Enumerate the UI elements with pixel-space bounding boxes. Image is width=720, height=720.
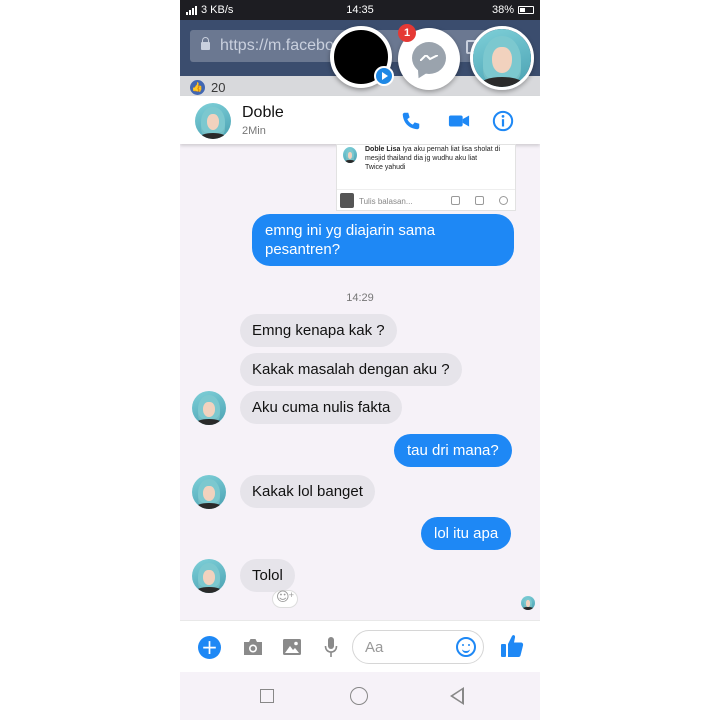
notification-badge: 1 [398, 24, 416, 42]
shared-post-preview[interactable]: Doble Lisa Iya aku pernah liat lisa shol… [336, 144, 516, 211]
message-timestamp: 14:29 [346, 292, 374, 304]
back-icon[interactable] [450, 687, 464, 705]
avatar [473, 29, 531, 87]
message-bubble-outgoing[interactable]: lol itu apa [421, 517, 512, 550]
battery-percent: 38% [491, 4, 514, 16]
camera-icon[interactable] [451, 196, 460, 205]
system-nav-bar [180, 672, 540, 720]
contact-status: 2Min [242, 125, 266, 137]
reply-placeholder[interactable]: Tulis balasan... [359, 197, 413, 206]
thumbs-up-icon[interactable] [500, 633, 524, 659]
status-time: 14:35 [346, 4, 374, 16]
video-camera-icon[interactable] [448, 110, 470, 132]
message-bubble-incoming[interactable]: Kakak lol banget [240, 475, 375, 508]
url-text: https://m.facebo [220, 37, 334, 54]
post-body-2: Twice yahudi [365, 164, 406, 171]
status-bar: 3 KB/s 14:35 38% [180, 0, 540, 20]
phone-screen: 3 KB/s 14:35 38% https://m.facebo 👍 20 1… [180, 0, 540, 720]
add-reaction-icon[interactable] [272, 590, 298, 608]
contact-name[interactable]: Doble [242, 104, 284, 122]
message-input-placeholder: Aa [365, 639, 384, 656]
message-bubble-incoming[interactable]: Kakak masalah dengan aku ? [240, 353, 462, 386]
recent-apps-icon[interactable] [260, 689, 274, 703]
image-icon[interactable] [282, 637, 302, 657]
sender-avatar[interactable] [192, 475, 226, 509]
status-right: 38% [492, 4, 534, 16]
camera-icon[interactable] [242, 637, 264, 657]
message-bubble-incoming[interactable]: Tolol [240, 559, 295, 592]
lock-icon [201, 37, 210, 50]
post-author: Doble Lisa [365, 146, 401, 153]
contact-avatar[interactable] [195, 103, 231, 139]
sender-avatar[interactable] [192, 559, 226, 593]
post-reply-bar: Tulis balasan... [337, 189, 515, 210]
seen-avatar [521, 596, 535, 610]
home-icon[interactable] [350, 687, 368, 705]
sender-avatar[interactable] [192, 391, 226, 425]
like-count: 20 [211, 80, 226, 95]
message-bubble-incoming[interactable]: Aku cuma nulis fakta [240, 391, 403, 424]
message-bubble-incoming[interactable]: Emng kenapa kak ? [240, 314, 397, 347]
play-icon [374, 66, 394, 86]
battery-icon [518, 6, 534, 14]
emoji-icon[interactable] [499, 196, 508, 205]
chat-head-video[interactable] [330, 26, 394, 88]
reply-avatar [340, 193, 354, 208]
post-text: Doble Lisa Iya aku pernah liat lisa shol… [365, 145, 513, 172]
messenger-icon [412, 42, 446, 74]
emoji-icon[interactable] [456, 637, 476, 657]
plus-icon[interactable]: + [198, 636, 221, 659]
messenger-bolt-icon [420, 55, 438, 61]
message-composer: + Aa [180, 620, 540, 672]
message-bubble-outgoing[interactable]: tau dri mana? [394, 434, 512, 467]
sticker-icon[interactable] [475, 196, 484, 205]
phone-icon[interactable] [400, 110, 422, 132]
microphone-icon[interactable] [324, 636, 338, 658]
message-bubble-outgoing[interactable]: emng ini yg diajarin sama pesantren? [252, 214, 514, 266]
message-list[interactable]: Doble Lisa Iya aku pernah liat lisa shol… [180, 144, 540, 620]
chat-header: Doble 2Min [180, 96, 540, 144]
info-icon[interactable] [492, 110, 514, 132]
chat-head-contact[interactable] [470, 26, 534, 90]
post-avatar [343, 147, 357, 163]
like-icon: 👍 [190, 80, 205, 95]
